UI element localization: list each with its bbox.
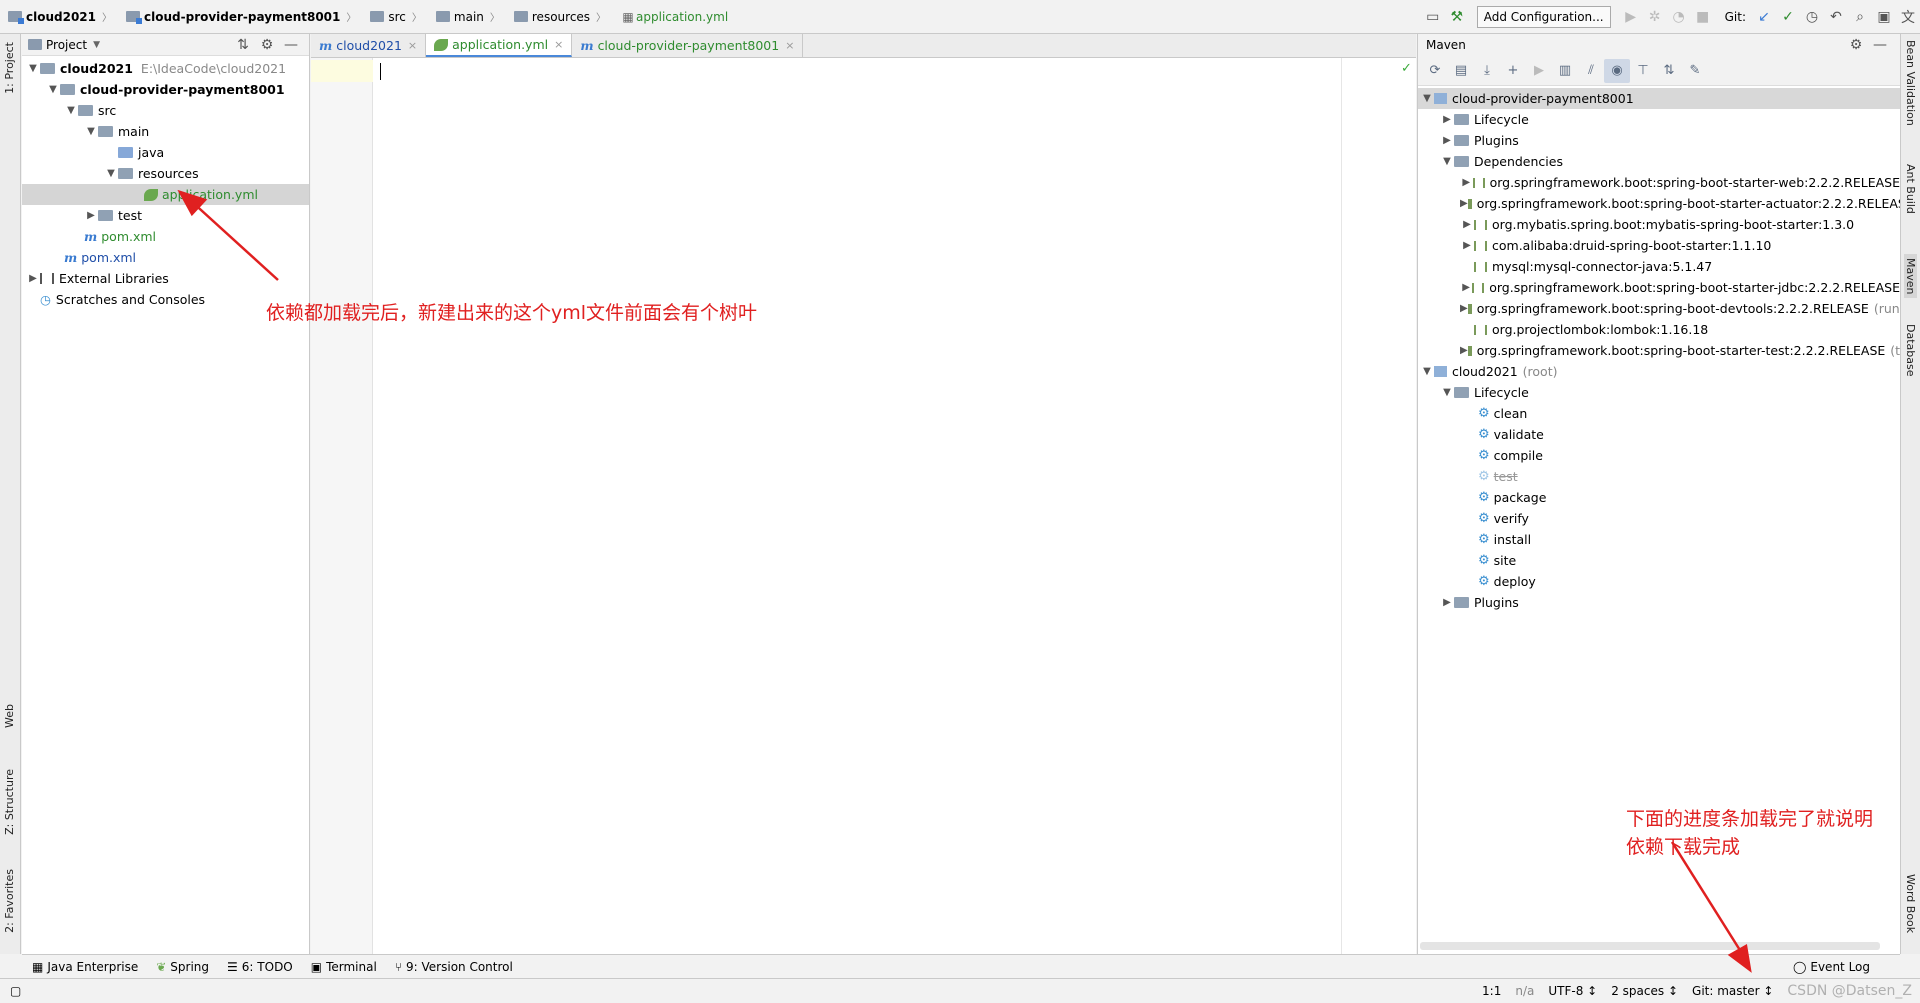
annotation-arrowhead-right [1727,944,1752,973]
annotation-right-note-line1: 下面的进度条加载完了就说明 [1626,808,1874,830]
annotation-right-note-line2: 依赖下载完成 [1626,836,1741,858]
annotation-left-note: 依赖都加载完后，新建出来的这个yml文件前面会有个树叶 [266,302,758,324]
annotation-arrow-left [189,199,279,281]
